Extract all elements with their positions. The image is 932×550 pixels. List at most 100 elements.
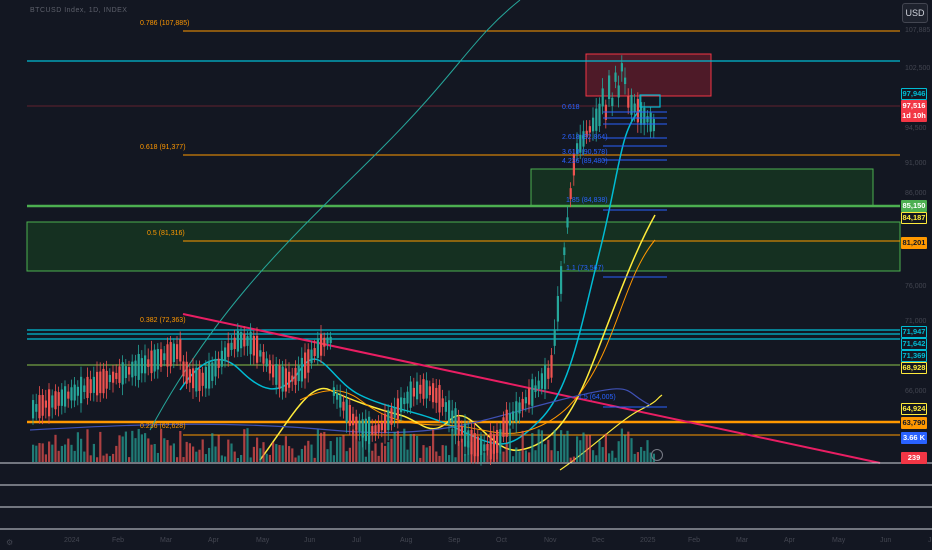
candle-body: [524, 397, 527, 404]
candle-body: [192, 368, 195, 389]
candle-body: [99, 371, 102, 394]
candle-body: [128, 367, 131, 375]
volume-bar: [256, 437, 259, 462]
candle-body: [76, 386, 79, 396]
candle-body: [544, 365, 547, 390]
candle-body: [556, 296, 559, 322]
volume-bar: [345, 451, 348, 462]
candle-body: [67, 391, 70, 399]
candle-body: [201, 372, 204, 386]
volume-bar: [633, 453, 636, 462]
candle-body: [448, 400, 451, 424]
price-tag: 71,642: [901, 338, 927, 350]
candle-body: [643, 107, 646, 125]
volume-bar: [352, 429, 355, 462]
volume-bar: [281, 445, 284, 462]
candle-body: [563, 247, 566, 256]
candle-body: [249, 331, 252, 355]
volume-bar: [57, 450, 60, 462]
volume-bar: [176, 457, 179, 462]
fib-ext-label-3: 3.618 (90,578): [562, 149, 608, 156]
candle-body: [134, 360, 137, 376]
volume-bar: [588, 435, 591, 462]
volume-bar: [492, 449, 495, 462]
candle-body: [566, 217, 569, 228]
candle-body: [531, 379, 534, 406]
axis-tick: 71,000: [905, 318, 927, 325]
candle-body: [288, 371, 291, 388]
volume-bar: [464, 453, 467, 462]
candle-body: [406, 391, 409, 404]
volume-bar: [204, 454, 207, 462]
price-chart[interactable]: [0, 0, 932, 550]
candle-body: [649, 112, 652, 132]
candle-body: [272, 364, 275, 378]
time-axis-label: 2024: [64, 537, 80, 544]
candle-body: [540, 373, 543, 389]
volume-bar: [377, 455, 380, 462]
volume-bar: [307, 440, 310, 462]
candle-body: [291, 375, 294, 382]
candle-body: [182, 361, 185, 377]
volume-bar: [115, 445, 118, 462]
visibility-icon[interactable]: [651, 449, 663, 461]
volume-bar: [297, 455, 300, 462]
volume-bar: [547, 439, 550, 462]
candle-body: [118, 366, 121, 383]
volume-bar: [476, 452, 479, 462]
candle-body: [230, 342, 233, 350]
fib-ext-label-5: 1.85 (84,838): [566, 197, 608, 204]
volume-bar: [496, 441, 499, 462]
candle-body: [534, 385, 537, 393]
volume-bar: [646, 440, 649, 462]
candle-body: [483, 444, 486, 452]
candle-body: [326, 337, 329, 344]
time-axis-label: Jun: [304, 537, 316, 544]
settings-icon[interactable]: ⚙: [6, 538, 13, 547]
price-tag: 85,150: [901, 200, 927, 212]
candle-body: [444, 402, 447, 412]
volume-bar: [457, 440, 460, 462]
candle-body: [323, 337, 326, 347]
candle-body: [652, 118, 655, 132]
fib-extension-box: [639, 94, 661, 108]
time-axis-label: Aug: [400, 537, 413, 544]
time-axis-label: May: [256, 537, 270, 544]
volume-bar: [316, 429, 319, 462]
candle-body: [310, 349, 313, 364]
volume-bar: [198, 449, 201, 462]
volume-bar: [249, 457, 252, 462]
volume-bar: [473, 433, 476, 462]
volume-bar: [611, 450, 614, 462]
volume-bar: [454, 457, 457, 462]
volume-bar: [467, 441, 470, 462]
candle-body: [451, 410, 454, 423]
candle-body: [227, 343, 230, 357]
volume-bar: [214, 446, 217, 462]
volume-bar: [329, 441, 332, 462]
price-tag: 84,187: [901, 212, 927, 224]
volume-bar: [355, 428, 358, 462]
candle-body: [41, 394, 44, 416]
candle-body: [502, 417, 505, 437]
candle-body: [224, 347, 227, 362]
candle-body: [300, 357, 303, 382]
volume-bar: [240, 455, 243, 462]
volume-bar: [252, 446, 255, 462]
candle-body: [620, 63, 623, 72]
volume-bar: [448, 455, 451, 462]
volume-bar: [512, 456, 515, 462]
candle-body: [614, 72, 617, 82]
candle-body: [608, 75, 611, 100]
fib-ext-label-6: 1.1 (73,567): [566, 265, 604, 272]
volume-bar: [278, 445, 281, 462]
volume-bar: [76, 432, 79, 462]
volume-bar: [342, 435, 345, 462]
volume-bar: [387, 442, 390, 462]
currency-button[interactable]: USD: [902, 3, 928, 23]
volume-bar: [44, 454, 47, 462]
volume-bar: [640, 447, 643, 462]
candle-body: [105, 370, 108, 389]
volume-bar: [576, 436, 579, 462]
candle-body: [512, 411, 515, 420]
